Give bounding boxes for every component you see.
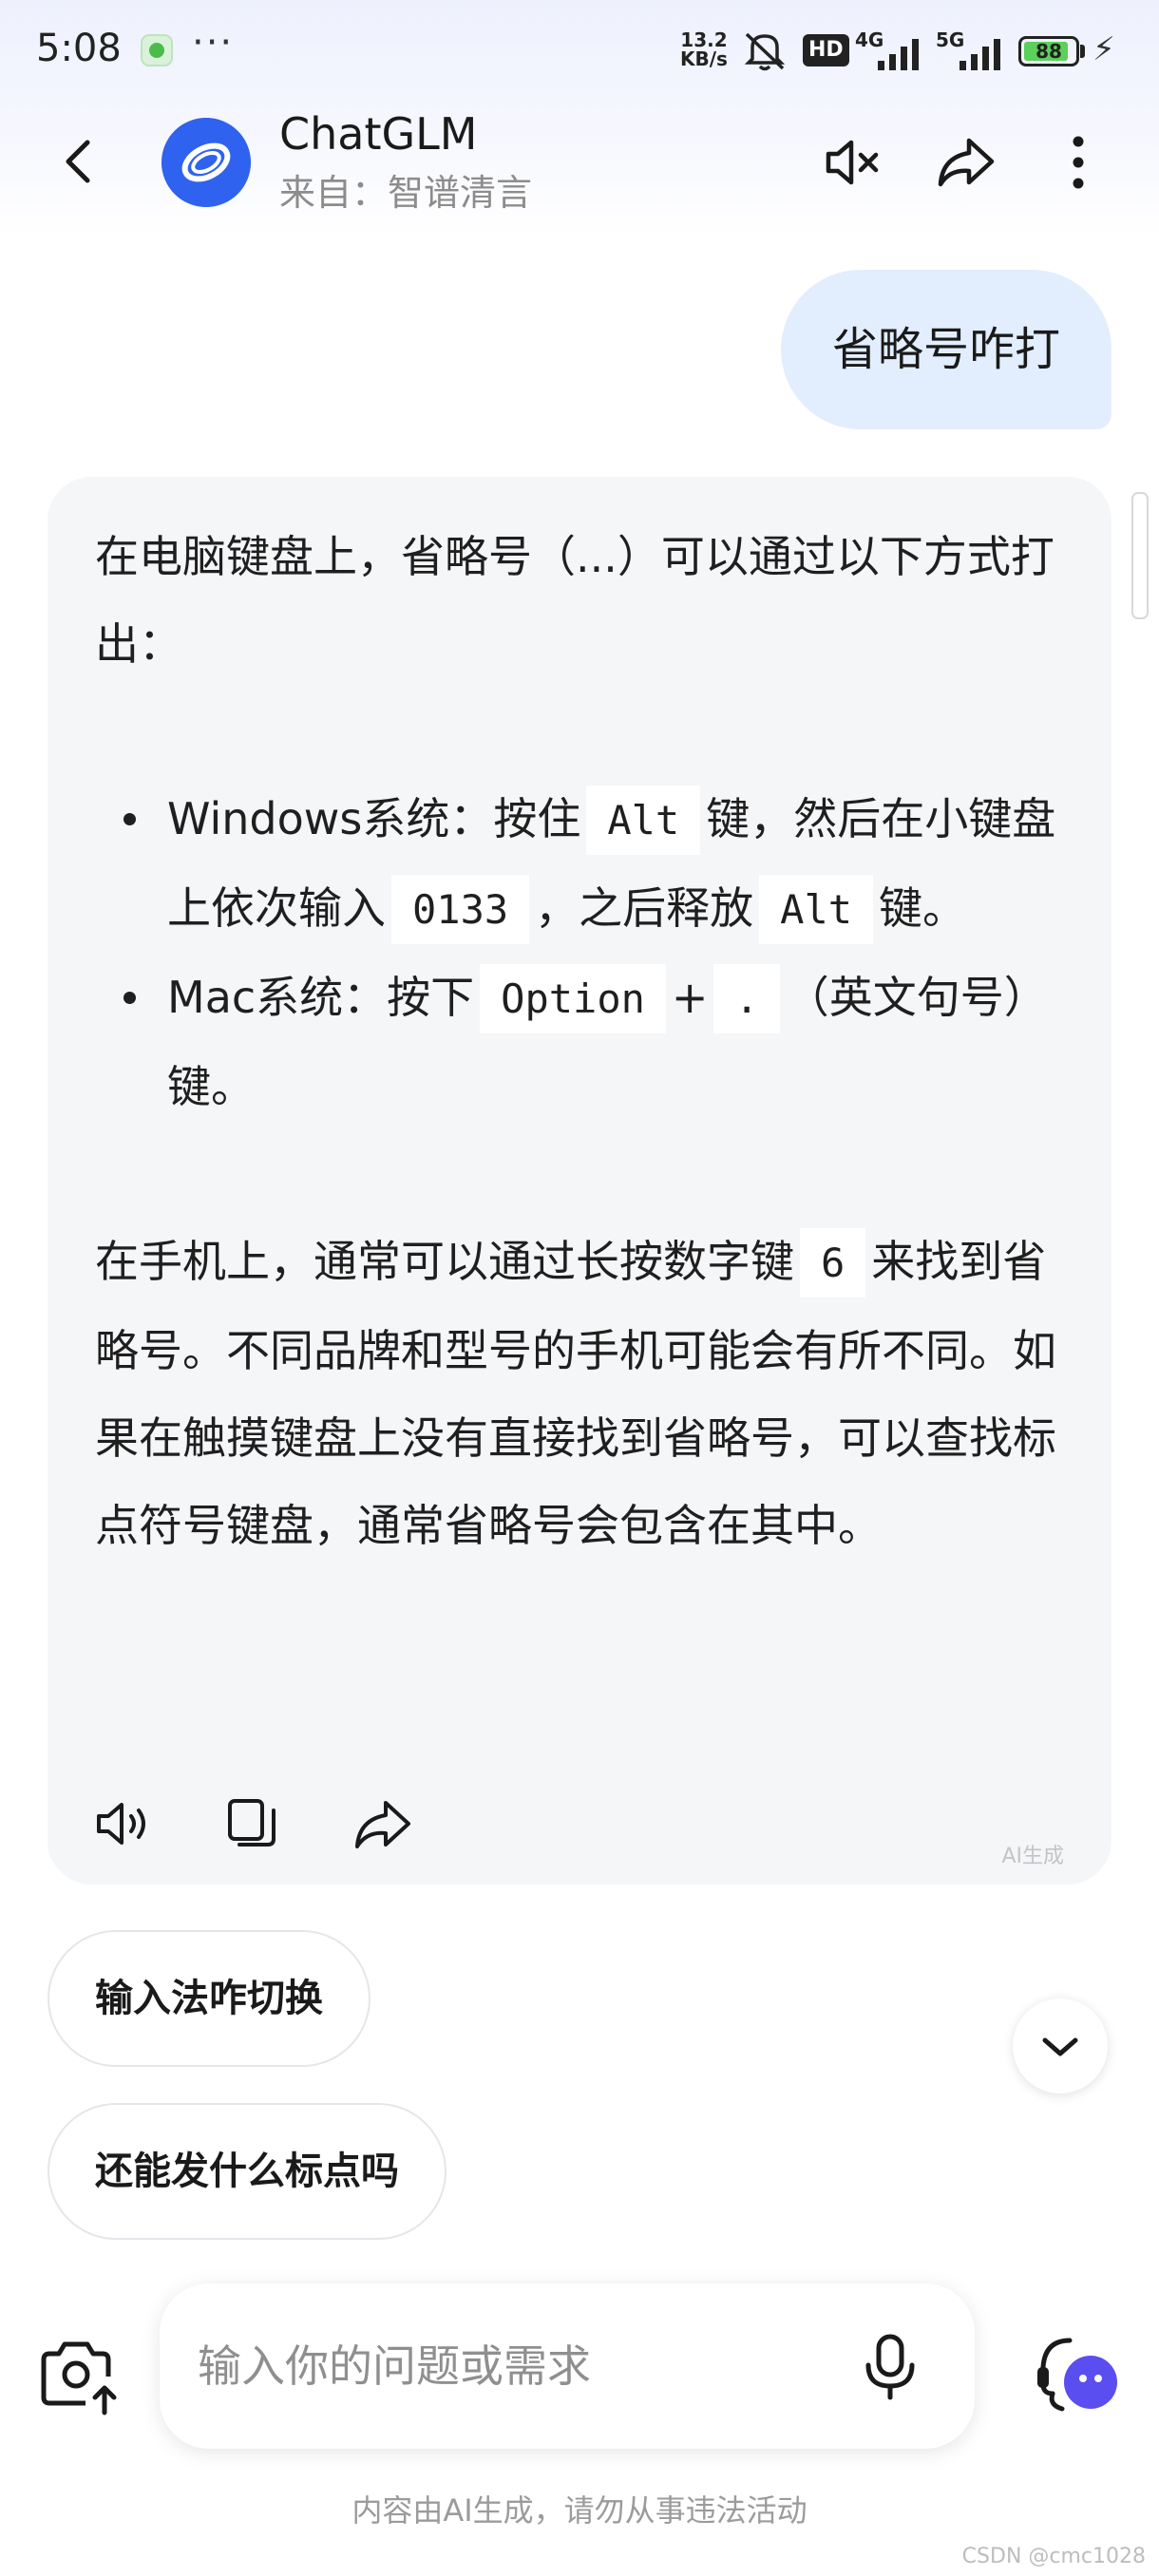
answer-intro: 在电脑键盘上，省略号（...）可以通过以下方式打出： bbox=[95, 531, 1054, 670]
voice-agent-icon[interactable] bbox=[1024, 2325, 1127, 2428]
network-speed: 13.2 KB/s bbox=[680, 30, 728, 68]
suggestion-chip-1[interactable]: 输入法咋切换 bbox=[48, 1930, 370, 2067]
suggestion-chip-2[interactable]: 还能发什么标点吗 bbox=[48, 2103, 446, 2240]
bell-muted-icon bbox=[744, 32, 786, 71]
app-notification-icon bbox=[141, 34, 173, 66]
copy-icon[interactable] bbox=[220, 1791, 285, 1856]
network-speed-unit: KB/s bbox=[680, 47, 728, 70]
mobile-text-1: 在手机上，通常可以通过长按数字键 bbox=[95, 1236, 794, 1287]
status-bar: 5:08 ··· 13.2 KB/s HD 4G 5G 88 ⚡ bbox=[0, 0, 1159, 104]
key-option: Option bbox=[480, 964, 666, 1033]
list-item-windows: Windows系统：按住 Alt 键，然后在小键盘上依次输入 0133 ，之后释放 Alt… bbox=[124, 775, 1083, 954]
battery-cap bbox=[1080, 45, 1085, 58]
microphone-icon[interactable] bbox=[853, 2329, 927, 2403]
chatglm-logo-icon[interactable] bbox=[162, 118, 251, 207]
status-time: 5:08 bbox=[36, 27, 122, 70]
signal-5g-icon bbox=[960, 39, 1000, 70]
user-message-bubble: 省略号咋打 bbox=[780, 270, 1112, 429]
chat-title: ChatGLM bbox=[279, 108, 478, 160]
back-button[interactable] bbox=[48, 129, 112, 194]
more-notifications-icon: ··· bbox=[192, 21, 235, 65]
key-period: . bbox=[713, 964, 780, 1033]
mac-text-2: + bbox=[671, 972, 709, 1023]
key-alt: Alt bbox=[586, 786, 701, 855]
scrollbar-thumb[interactable] bbox=[1131, 492, 1149, 619]
chat-subtitle: 来自：智谱清言 bbox=[279, 172, 533, 214]
share-answer-icon[interactable] bbox=[352, 1791, 416, 1856]
read-aloud-icon[interactable] bbox=[93, 1791, 158, 1856]
network-speed-value: 13.2 bbox=[680, 28, 728, 51]
chat-input-placeholder: 输入你的问题或需求 bbox=[198, 2340, 591, 2392]
scroll-to-bottom-button[interactable] bbox=[1013, 1998, 1108, 2093]
hd-voice-icon: HD bbox=[803, 34, 849, 66]
chat-header: ChatGLM 来自：智谱清言 bbox=[0, 104, 1159, 218]
answer-card: 在电脑键盘上，省略号（...）可以通过以下方式打出： Windows系统：按住 A… bbox=[48, 477, 1112, 1885]
share-icon[interactable] bbox=[933, 129, 999, 196]
list-item-mac: Mac系统：按下 Option +. （英文句号）键。 bbox=[124, 954, 1083, 1130]
ai-disclaimer: 内容由AI生成，请勿从事违法活动 bbox=[352, 2492, 808, 2529]
windows-text-3: ，之后释放 bbox=[535, 882, 754, 934]
windows-text-1: Windows系统：按住 bbox=[167, 793, 581, 844]
signal-4g-icon bbox=[878, 39, 919, 70]
chat-input[interactable]: 输入你的问题或需求 bbox=[160, 2283, 975, 2449]
watermark: CSDN @cmc1028 bbox=[961, 2545, 1146, 2568]
key-0133: 0133 bbox=[391, 875, 530, 944]
charging-icon: ⚡ bbox=[1092, 30, 1115, 68]
key-6: 6 bbox=[800, 1228, 866, 1297]
windows-text-4: 键。 bbox=[879, 882, 967, 934]
answer-mobile: 在手机上，通常可以通过长按数字键 6 来找到省略号。不同品牌和型号的手机可能会有所不… bbox=[95, 1218, 1083, 1569]
key-alt-release: Alt bbox=[759, 875, 874, 944]
mac-text-1: Mac系统：按下 bbox=[167, 972, 475, 1023]
answer-text: 在电脑键盘上，省略号（...）可以通过以下方式打出： Windows系统：按住 A… bbox=[95, 513, 1083, 1569]
battery-icon: 88 bbox=[1018, 36, 1079, 66]
method-list: Windows系统：按住 Alt 键，然后在小键盘上依次输入 0133 ，之后释放 Alt… bbox=[95, 775, 1083, 1130]
battery-level: 88 bbox=[1036, 40, 1062, 63]
ai-generated-label: AI生成 bbox=[1001, 1845, 1064, 1868]
more-options-icon[interactable] bbox=[1045, 129, 1112, 196]
speaker-mute-icon[interactable] bbox=[821, 129, 887, 196]
camera-upload-icon[interactable] bbox=[36, 2333, 122, 2418]
